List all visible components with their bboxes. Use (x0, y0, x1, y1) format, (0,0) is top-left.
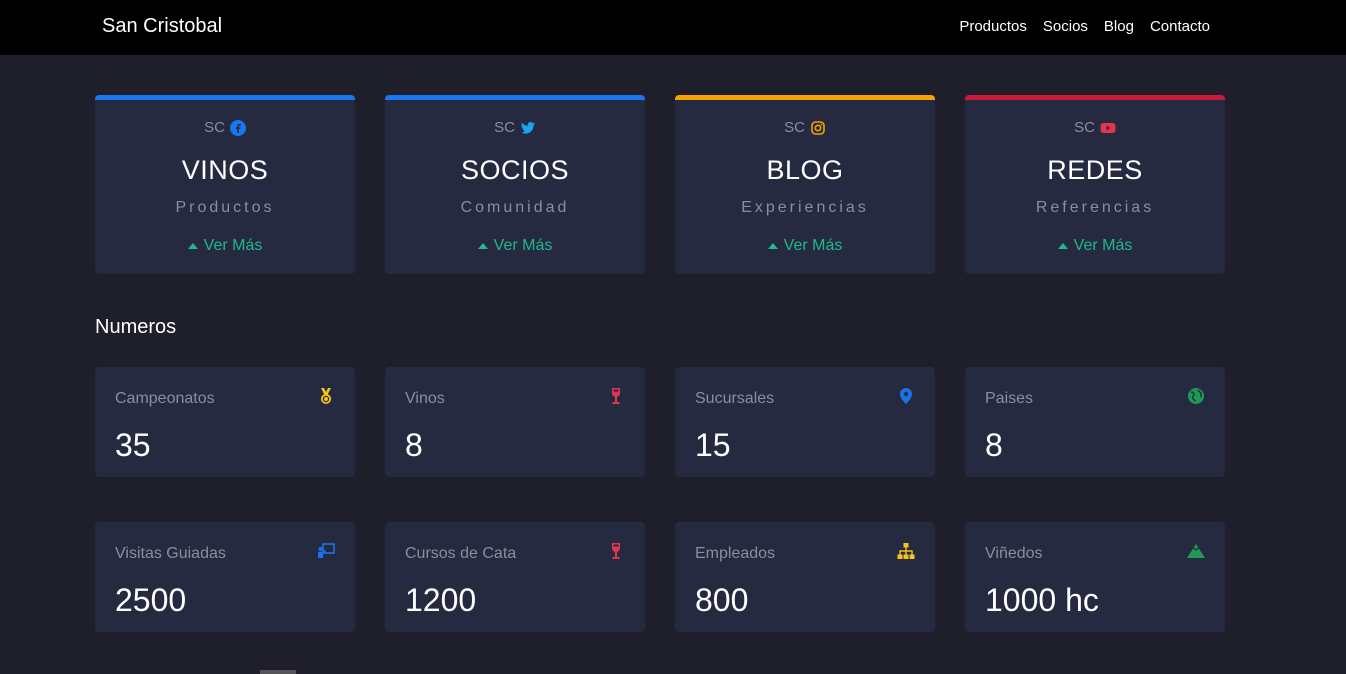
sc-label: SC (204, 119, 225, 136)
caret-up-icon (477, 243, 488, 249)
wine-glass-icon (607, 542, 625, 560)
card-socios: SC SOCIOS Comunidad Ver Más (385, 95, 645, 274)
card-title: VINOS (181, 155, 269, 185)
stat-value: 800 (695, 582, 749, 618)
sc-label: SC (1074, 119, 1095, 136)
medal-icon (317, 387, 335, 405)
ver-mas-link[interactable]: Ver Más (187, 237, 263, 255)
stat-label: Cursos de Cata (405, 545, 517, 562)
stat-value: 1200 (405, 582, 477, 618)
brand-link[interactable]: San Cristobal (102, 15, 222, 38)
card-brand-line: SC (675, 119, 935, 136)
stat-card-campeonatos: Campeonatos 35 (95, 367, 355, 477)
wine-glass-icon (607, 387, 625, 405)
caret-up-icon (767, 243, 778, 249)
nav-link-blog[interactable]: Blog (1104, 18, 1134, 35)
org-chart-icon (897, 542, 915, 560)
stat-value: 8 (405, 427, 423, 463)
card-subtitle: Productos (175, 199, 275, 216)
stat-value: 15 (695, 427, 731, 463)
card-title: SOCIOS (460, 155, 570, 185)
presentation-icon (317, 542, 335, 560)
card-brand-line: SC (95, 119, 355, 136)
sc-label: SC (784, 119, 805, 136)
card-title: REDES (1047, 155, 1143, 185)
card-subtitle: Experiencias (741, 199, 869, 216)
caret-up-icon (1057, 243, 1068, 249)
mountain-icon (1187, 542, 1205, 560)
instagram-icon (811, 120, 825, 135)
scrollbar-thumb[interactable] (260, 670, 296, 674)
nav-link-socios[interactable]: Socios (1043, 18, 1088, 35)
card-brand-line: SC (965, 119, 1225, 136)
stat-card-visitas-guiadas: Visitas Guiadas 2500 (95, 522, 355, 632)
card-blog: SC BLOG Experiencias Ver Más (675, 95, 935, 274)
ver-mas-label: Ver Más (493, 237, 553, 254)
ver-mas-label: Ver Más (783, 237, 843, 254)
stat-card-empleados: Empleados 800 (675, 522, 935, 632)
nav-link-productos[interactable]: Productos (959, 18, 1027, 35)
stat-card-cursos-de-cata: Cursos de Cata 1200 (385, 522, 645, 632)
caret-up-icon (187, 243, 198, 249)
stat-card-paises: Paises 8 (965, 367, 1225, 477)
card-vinos: SC VINOS Productos Ver Más (95, 95, 355, 274)
facebook-icon (229, 119, 246, 136)
stat-card-vinos: Vinos 8 (385, 367, 645, 477)
youtube-icon (1100, 122, 1116, 133)
ver-mas-label: Ver Más (203, 237, 263, 254)
ver-mas-label: Ver Más (1073, 237, 1133, 254)
section-title: Numeros (95, 316, 177, 338)
map-pin-icon (897, 387, 915, 405)
stat-value: 35 (115, 427, 151, 463)
stat-label: Vinos (405, 390, 445, 407)
stat-card-sucursales: Sucursales 15 (675, 367, 935, 477)
stat-label: Visitas Guiadas (115, 545, 226, 562)
twitter-icon (520, 121, 535, 134)
stat-label: Paises (985, 390, 1034, 407)
nav-link-contacto[interactable]: Contacto (1150, 18, 1210, 35)
ver-mas-link[interactable]: Ver Más (1057, 237, 1133, 255)
stat-value: 8 (985, 427, 1003, 463)
stat-label: Sucursales (695, 390, 775, 407)
card-title: BLOG (766, 155, 844, 185)
stat-value: 1000 hc (985, 582, 1099, 618)
stat-card-vinedos: Viñedos 1000 hc (965, 522, 1225, 632)
ver-mas-link[interactable]: Ver Más (477, 237, 553, 255)
globe-icon (1187, 387, 1205, 405)
stat-label: Empleados (695, 545, 776, 562)
nav-links: Productos Socios Blog Contacto (959, 18, 1210, 35)
sc-label: SC (494, 119, 515, 136)
stat-value: 2500 (115, 582, 187, 618)
stat-label: Viñedos (985, 545, 1043, 562)
card-brand-line: SC (385, 119, 645, 136)
card-subtitle: Comunidad (460, 199, 570, 216)
card-redes: SC REDES Referencias Ver Más (965, 95, 1225, 274)
navbar: San Cristobal Productos Socios Blog Cont… (0, 0, 1346, 55)
ver-mas-link[interactable]: Ver Más (767, 237, 843, 255)
stat-label: Campeonatos (115, 390, 215, 407)
card-subtitle: Referencias (1035, 199, 1155, 216)
